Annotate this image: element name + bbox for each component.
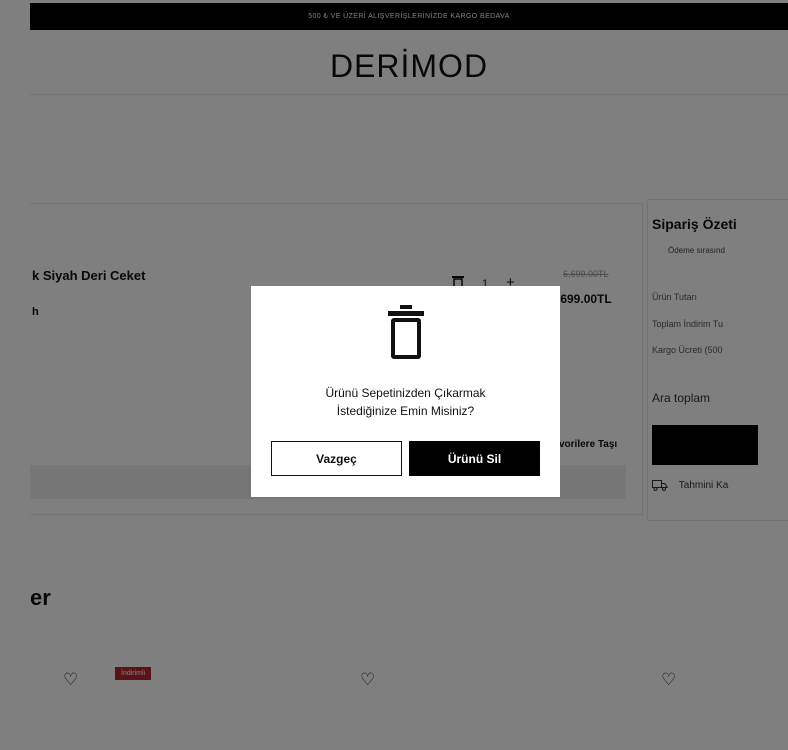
- dialog-message-line-2: İstediğinize Emin Misiniz?: [336, 404, 475, 418]
- trash-icon: [386, 305, 426, 359]
- remove-item-dialog: Ürünü Sepetinizden Çıkarmak İstediğinize…: [251, 286, 560, 497]
- dialog-message-line-1: Ürünü Sepetinizden Çıkarmak: [325, 386, 486, 400]
- dialog-message: Ürünü Sepetinizden Çıkarmak İstediğinize…: [251, 384, 560, 420]
- cancel-button[interactable]: Vazgeç: [271, 441, 402, 476]
- delete-product-button[interactable]: Ürünü Sil: [409, 441, 540, 476]
